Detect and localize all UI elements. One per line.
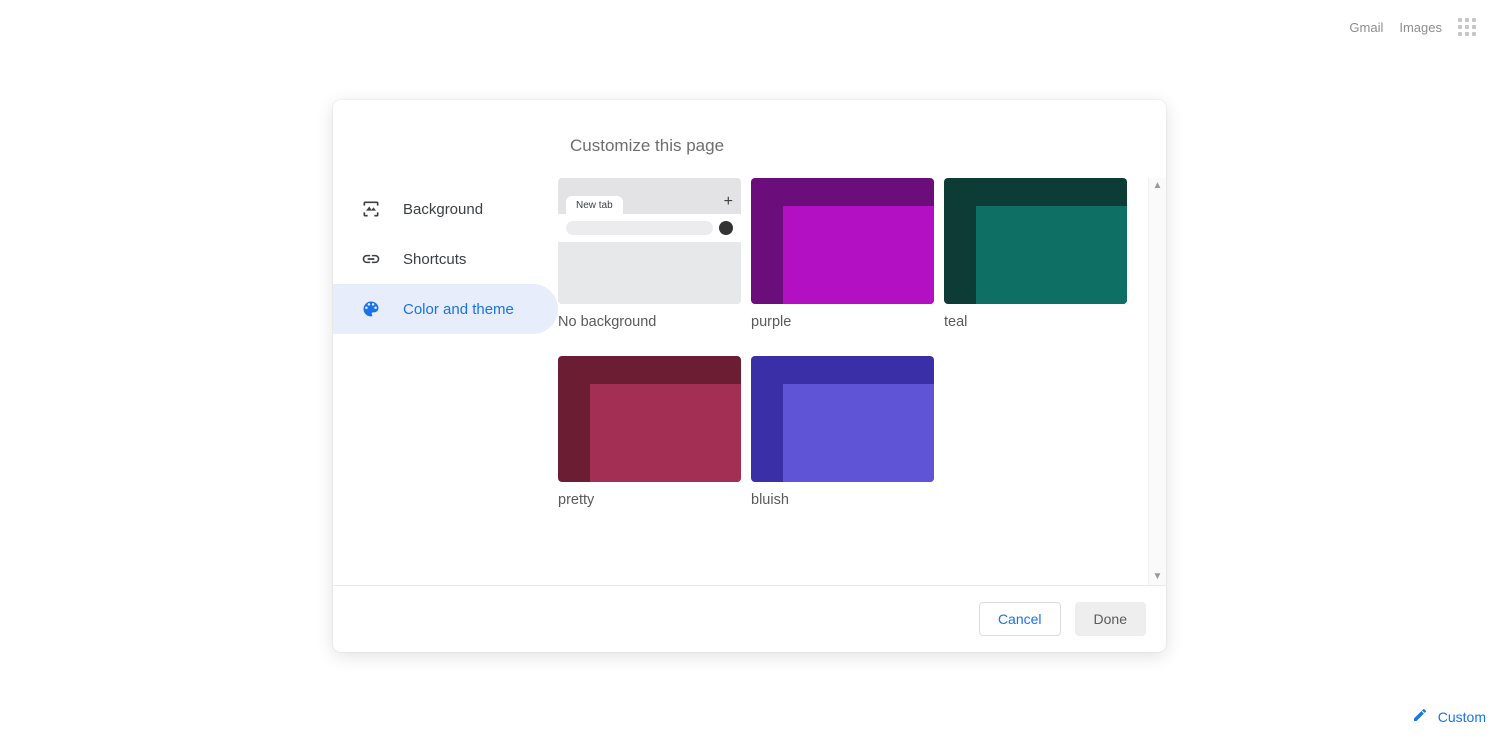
customize-button[interactable]: Custom [1398,699,1500,734]
sidebar-item-label: Color and theme [403,301,514,318]
preview-tab: New tab [566,196,623,214]
top-nav: Gmail Images [1349,18,1476,36]
preview-addressbar [566,221,713,235]
palette-icon [361,299,381,319]
theme-tile-teal[interactable]: teal [944,178,1127,330]
theme-label: teal [944,314,1127,330]
scroll-up-icon[interactable]: ▲ [1153,181,1163,191]
theme-scroll-wrap: New tab + No background [558,178,1166,585]
customize-label: Custom [1438,709,1486,725]
sidebar: Background Shortcuts Color and theme [333,100,558,585]
sidebar-item-shortcuts[interactable]: Shortcuts [333,234,558,284]
done-button[interactable]: Done [1075,602,1146,636]
sidebar-item-color-theme[interactable]: Color and theme [333,284,558,334]
theme-label: No background [558,314,741,330]
theme-label: bluish [751,492,934,508]
theme-grid: New tab + No background [558,178,1148,585]
theme-tile-no-background[interactable]: New tab + No background [558,178,741,330]
theme-tile-bluish[interactable]: bluish [751,356,934,508]
theme-swatch [751,178,934,304]
theme-swatch [558,356,741,482]
sidebar-item-label: Shortcuts [403,251,466,268]
theme-tile-pretty[interactable]: pretty [558,356,741,508]
dialog-body: Background Shortcuts Color and theme Cus… [333,100,1166,585]
theme-swatch [944,178,1127,304]
theme-swatch [751,356,934,482]
dialog-main: Customize this page New tab + [558,100,1166,585]
scrollbar[interactable]: ▲ ▼ [1148,178,1166,585]
theme-label: purple [751,314,934,330]
apps-grid-icon[interactable] [1458,18,1476,36]
cancel-button[interactable]: Cancel [979,602,1061,636]
account-icon [719,221,733,235]
theme-label: pretty [558,492,741,508]
sidebar-item-label: Background [403,201,483,218]
no-background-preview: New tab + [558,178,741,304]
link-icon [361,249,381,269]
dialog-title: Customize this page [558,100,1166,178]
customize-dialog: Background Shortcuts Color and theme Cus… [333,100,1166,652]
gmail-link[interactable]: Gmail [1349,20,1383,35]
scroll-down-icon[interactable]: ▼ [1153,572,1163,582]
plus-icon: + [724,193,733,211]
images-link[interactable]: Images [1399,20,1442,35]
dialog-footer: Cancel Done [333,585,1166,652]
image-icon [361,199,381,219]
theme-tile-purple[interactable]: purple [751,178,934,330]
pencil-icon [1412,707,1428,726]
sidebar-item-background[interactable]: Background [333,184,558,234]
